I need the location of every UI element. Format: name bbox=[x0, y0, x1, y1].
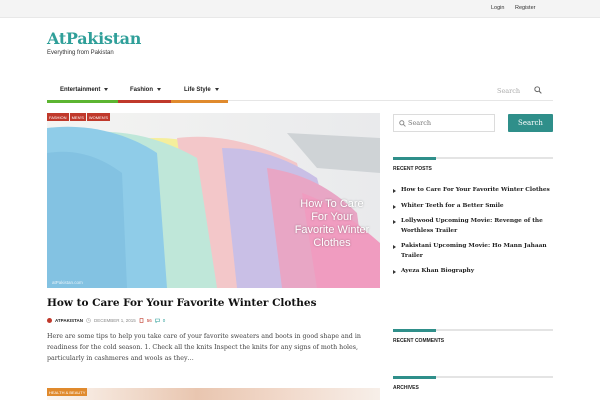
caret-down-icon bbox=[157, 87, 162, 91]
image-watermark: atPakistan.com bbox=[52, 280, 83, 285]
recent-post-item[interactable]: Lollywood Upcoming Movie: Revenge of the… bbox=[393, 217, 553, 236]
nav-color-bar bbox=[171, 100, 228, 103]
nav-search-input[interactable]: Search bbox=[497, 87, 520, 95]
recent-post-link[interactable]: Pakistani Upcoming Movie: Ho Mann Jahaan… bbox=[401, 243, 547, 259]
nav-item-life-style[interactable]: Life Style bbox=[171, 84, 228, 103]
arrow-right-icon bbox=[393, 245, 396, 249]
arrow-right-icon bbox=[393, 220, 396, 224]
recent-post-link[interactable]: Ayeza Khan Biography bbox=[401, 268, 474, 274]
recent-post-link[interactable]: Whiter Teeth for a Better Smile bbox=[401, 203, 504, 209]
recent-post-item[interactable]: Whiter Teeth for a Better Smile bbox=[393, 202, 553, 212]
nav-color-bar bbox=[47, 100, 118, 103]
divider-accent bbox=[393, 157, 436, 160]
recent-posts-list: How to Care For Your Favorite Winter Clo… bbox=[393, 186, 553, 277]
post-category-tags: FASHION MEN'S WOMEN'S bbox=[47, 113, 111, 121]
recent-post-item[interactable]: Ayeza Khan Biography bbox=[393, 267, 553, 277]
post-category-tags: HEALTH & BEAUTY bbox=[47, 388, 88, 396]
arrow-right-icon bbox=[393, 270, 396, 274]
nav-item-label: Entertainment bbox=[60, 87, 101, 93]
document-icon bbox=[139, 318, 144, 323]
nav-item-label: Fashion bbox=[130, 87, 154, 93]
site-description: Everything from Pakistan bbox=[47, 50, 114, 56]
clock-icon bbox=[86, 318, 91, 323]
site-title[interactable]: AtPakistan bbox=[47, 29, 141, 48]
tag-mens[interactable]: MEN'S bbox=[69, 113, 86, 121]
widget-title: RECENT POSTS bbox=[393, 166, 432, 172]
arrow-right-icon bbox=[393, 204, 396, 209]
second-post-image[interactable] bbox=[47, 388, 380, 400]
tag-health-beauty[interactable]: HEALTH & BEAUTY bbox=[47, 388, 88, 396]
featured-image-caption: How To Care For Your Favorite Winter Clo… bbox=[294, 198, 370, 249]
sidebar-search-button[interactable]: Search bbox=[508, 114, 553, 132]
caret-down-icon bbox=[214, 87, 219, 91]
post-views: 56 bbox=[146, 318, 152, 323]
post-author[interactable]: ATPAKISTAN bbox=[55, 318, 83, 323]
tag-fashion[interactable]: FASHION bbox=[47, 113, 69, 121]
search-icon[interactable] bbox=[534, 86, 542, 94]
featured-post-excerpt: Here are some tips to help you take care… bbox=[47, 333, 361, 362]
divider-accent bbox=[393, 329, 436, 332]
post-meta: ATPAKISTAN DECEMBER 1, 2015 56 0 bbox=[47, 318, 165, 323]
post-comments-count[interactable]: 0 bbox=[163, 318, 166, 323]
recent-post-item[interactable]: Pakistani Upcoming Movie: Ho Mann Jahaan… bbox=[393, 242, 553, 261]
arrow-right-icon bbox=[393, 189, 396, 193]
nav-item-label: Life Style bbox=[184, 87, 211, 93]
nav-color-bar bbox=[118, 100, 171, 103]
tag-womens[interactable]: WOMEN'S bbox=[86, 113, 111, 121]
sidebar-search-input[interactable] bbox=[408, 115, 494, 131]
featured-post-image[interactable]: How To Care For Your Favorite Winter Clo… bbox=[47, 113, 380, 288]
recent-post-item[interactable]: How to Care For Your Favorite Winter Clo… bbox=[393, 186, 553, 196]
search-icon bbox=[399, 120, 406, 127]
comment-icon bbox=[155, 318, 160, 323]
divider-accent bbox=[393, 376, 436, 379]
author-icon bbox=[47, 318, 52, 323]
main-nav: Entertainment Fashion Life Style Search bbox=[47, 84, 553, 103]
nav-item-fashion[interactable]: Fashion bbox=[118, 84, 171, 103]
widget-title: ARCHIVES bbox=[393, 385, 419, 391]
widget-title: RECENT COMMENTS bbox=[393, 338, 445, 344]
login-link[interactable]: Login bbox=[491, 5, 504, 11]
caret-down-icon bbox=[104, 87, 109, 91]
register-link[interactable]: Register bbox=[515, 5, 535, 11]
post-date: DECEMBER 1, 2015 bbox=[94, 318, 136, 323]
nav-item-entertainment[interactable]: Entertainment bbox=[47, 84, 118, 103]
top-bar: Login Register bbox=[0, 0, 600, 18]
sidebar-search-box bbox=[393, 114, 495, 132]
featured-post-title[interactable]: How to Care For Your Favorite Winter Clo… bbox=[47, 297, 377, 309]
recent-post-link[interactable]: How to Care For Your Favorite Winter Clo… bbox=[401, 187, 550, 193]
recent-post-link[interactable]: Lollywood Upcoming Movie: Revenge of the… bbox=[401, 218, 543, 234]
